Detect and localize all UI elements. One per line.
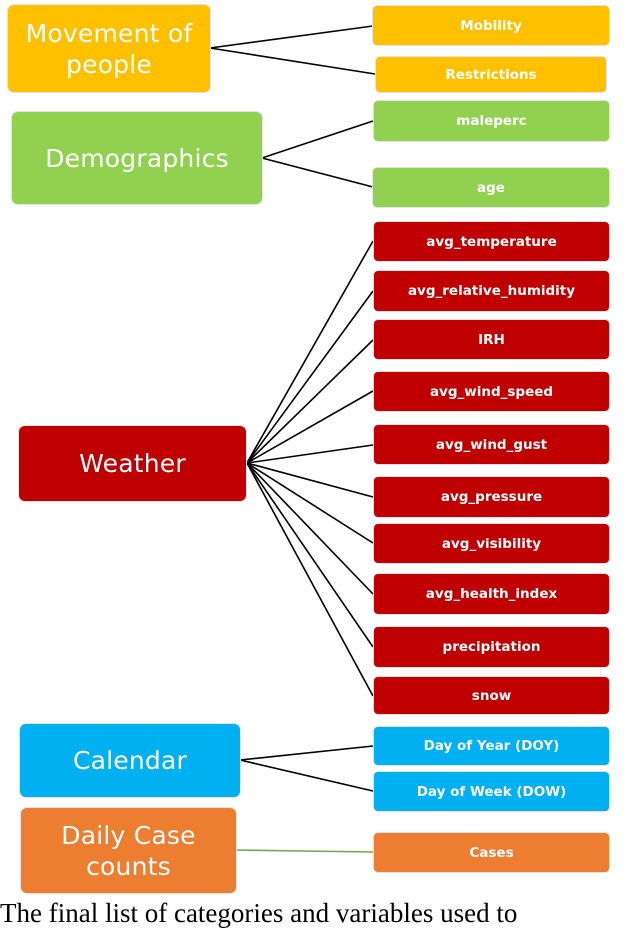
variable-label: avg_relative_humidity bbox=[407, 283, 576, 299]
connector-weather-avg-visibility bbox=[246, 462, 374, 544]
variable-label: age bbox=[477, 179, 505, 196]
connector-weather-avg-temperature bbox=[246, 240, 374, 464]
variable-age: age bbox=[373, 168, 609, 207]
variable-avg-health-index: avg_health_index bbox=[374, 574, 609, 614]
variable-precipitation: precipitation bbox=[374, 627, 609, 667]
variable-label: Day of Week (DOW) bbox=[416, 783, 567, 800]
variable-avg-visibility: avg_visibility bbox=[374, 524, 609, 563]
variable-label: Restrictions bbox=[445, 66, 537, 83]
variable-label: Mobility bbox=[460, 17, 522, 34]
category-label-line2: people bbox=[66, 49, 152, 79]
category-label: Weather bbox=[79, 449, 186, 478]
category-calendar: Calendar bbox=[20, 724, 240, 797]
variable-label: avg_temperature bbox=[426, 233, 557, 250]
variable-label: IRH bbox=[478, 331, 505, 348]
category-label-line1: Movement of bbox=[25, 18, 193, 48]
category-daily-case-counts: Daily Case counts bbox=[21, 808, 236, 893]
connector-weather-precipitation bbox=[246, 462, 374, 648]
variable-label: avg_pressure bbox=[440, 489, 543, 505]
variable-label: avg_health_index bbox=[425, 586, 558, 602]
connector-weather-avg-wind-gust bbox=[246, 444, 374, 464]
variable-avg-relative-humidity: avg_relative_humidity bbox=[374, 271, 609, 311]
connector-cases-cases bbox=[235, 849, 374, 853]
variable-avg-wind-speed: avg_wind_speed bbox=[374, 372, 609, 411]
variable-label: maleperc bbox=[456, 113, 527, 129]
variable-avg-wind-gust: avg_wind_gust bbox=[374, 425, 609, 464]
connector-calendar-dow bbox=[239, 759, 374, 792]
connector-weather-snow bbox=[246, 462, 374, 697]
variable-label: precipitation bbox=[442, 639, 541, 655]
variable-day-of-year: Day of Year (DOY) bbox=[374, 727, 609, 765]
variable-avg-pressure: avg_pressure bbox=[374, 477, 609, 517]
connector-movement-mobility bbox=[209, 25, 374, 49]
connector-demographics-maleperc bbox=[261, 120, 374, 159]
variable-label: Day of Year (DOY) bbox=[423, 738, 560, 754]
category-label-line1: Daily Case bbox=[61, 820, 196, 850]
variable-label: snow bbox=[471, 687, 512, 704]
category-movement-of-people: Movement of people bbox=[8, 5, 210, 92]
connector-movement-restrictions bbox=[209, 47, 376, 75]
variable-label: avg_visibility bbox=[441, 535, 542, 552]
variable-day-of-week: Day of Week (DOW) bbox=[374, 772, 609, 811]
variable-label: avg_wind_gust bbox=[435, 436, 548, 453]
variable-maleperc: maleperc bbox=[374, 101, 609, 141]
variable-avg-temperature: avg_temperature bbox=[374, 222, 609, 261]
variable-label: Cases bbox=[469, 844, 514, 861]
category-demographics: Demographics bbox=[12, 112, 262, 204]
variable-snow: snow bbox=[374, 677, 609, 714]
variable-cases: Cases bbox=[374, 833, 609, 872]
category-weather: Weather bbox=[19, 426, 246, 501]
variable-irh: IRH bbox=[374, 320, 609, 359]
variable-restrictions: Restrictions bbox=[376, 57, 606, 92]
connector-demographics-age bbox=[261, 157, 374, 188]
variable-mobility: Mobility bbox=[373, 6, 609, 45]
category-label: Calendar bbox=[72, 746, 187, 775]
category-label-line2: counts bbox=[86, 851, 171, 881]
connector-weather-avg-relative-humidity bbox=[246, 290, 374, 464]
variable-label: avg_wind_speed bbox=[429, 383, 554, 400]
connector-weather-avg-health-index bbox=[246, 462, 374, 595]
connector-calendar-doy bbox=[239, 745, 374, 761]
category-label: Demographics bbox=[45, 143, 229, 173]
